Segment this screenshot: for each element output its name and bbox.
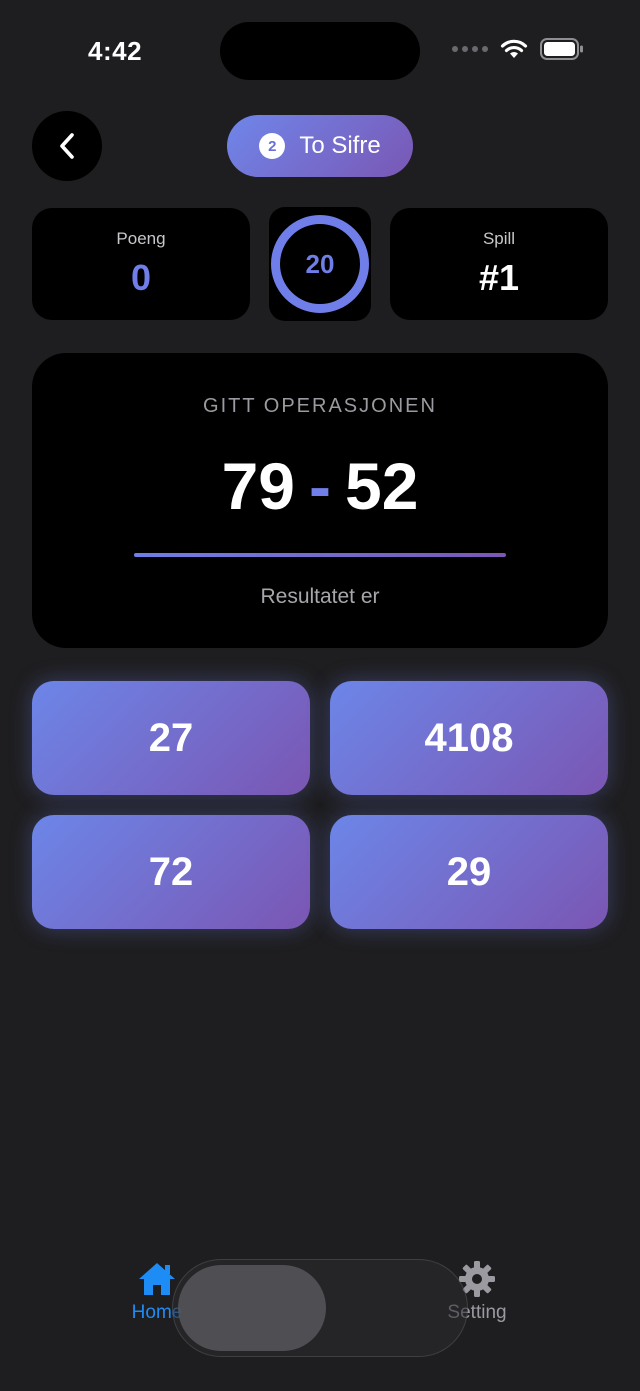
home-icon [139,1263,175,1295]
score-label: Poeng [116,229,166,248]
status-time: 4:42 [88,36,143,66]
answer-button[interactable]: 29 [330,815,608,929]
operator: - [309,449,331,523]
timer-ring: 20 [271,215,369,313]
answer-button[interactable]: 27 [32,681,310,795]
result-caption: Resultatet er [260,585,380,608]
game-card: Spill #1 [390,208,608,320]
answer-button[interactable]: 4108 [330,681,608,795]
dynamic-island [220,22,420,80]
question-divider [134,553,506,557]
level-pill[interactable]: 2 To Sifre [227,115,413,177]
score-card: Poeng 0 [32,208,250,320]
level-number-badge: 2 [259,133,286,159]
question-caption: GITT OPERASJONEN [203,395,437,417]
game-label: Spill [482,229,516,248]
wifi-icon [500,39,528,58]
level-label: To Sifre [299,132,381,159]
back-button[interactable] [32,111,102,181]
chevron-left-icon [60,133,74,159]
timer-card: 20 [269,207,371,321]
cellular-signal-icon [452,46,488,52]
score-value: 0 [130,257,152,298]
question-card: GITT OPERASJONEN 79-52 Resultatet er [32,353,608,648]
game-value: #1 [478,257,520,298]
equation: 79-52 [32,448,608,524]
tab-selection-knob[interactable] [178,1265,326,1351]
answer-button[interactable]: 72 [32,815,310,929]
status-icons [452,38,584,60]
battery-icon [540,38,583,60]
left-operand: 79 [221,449,295,523]
right-operand: 52 [344,449,419,523]
timer-value: 20 [305,248,335,279]
